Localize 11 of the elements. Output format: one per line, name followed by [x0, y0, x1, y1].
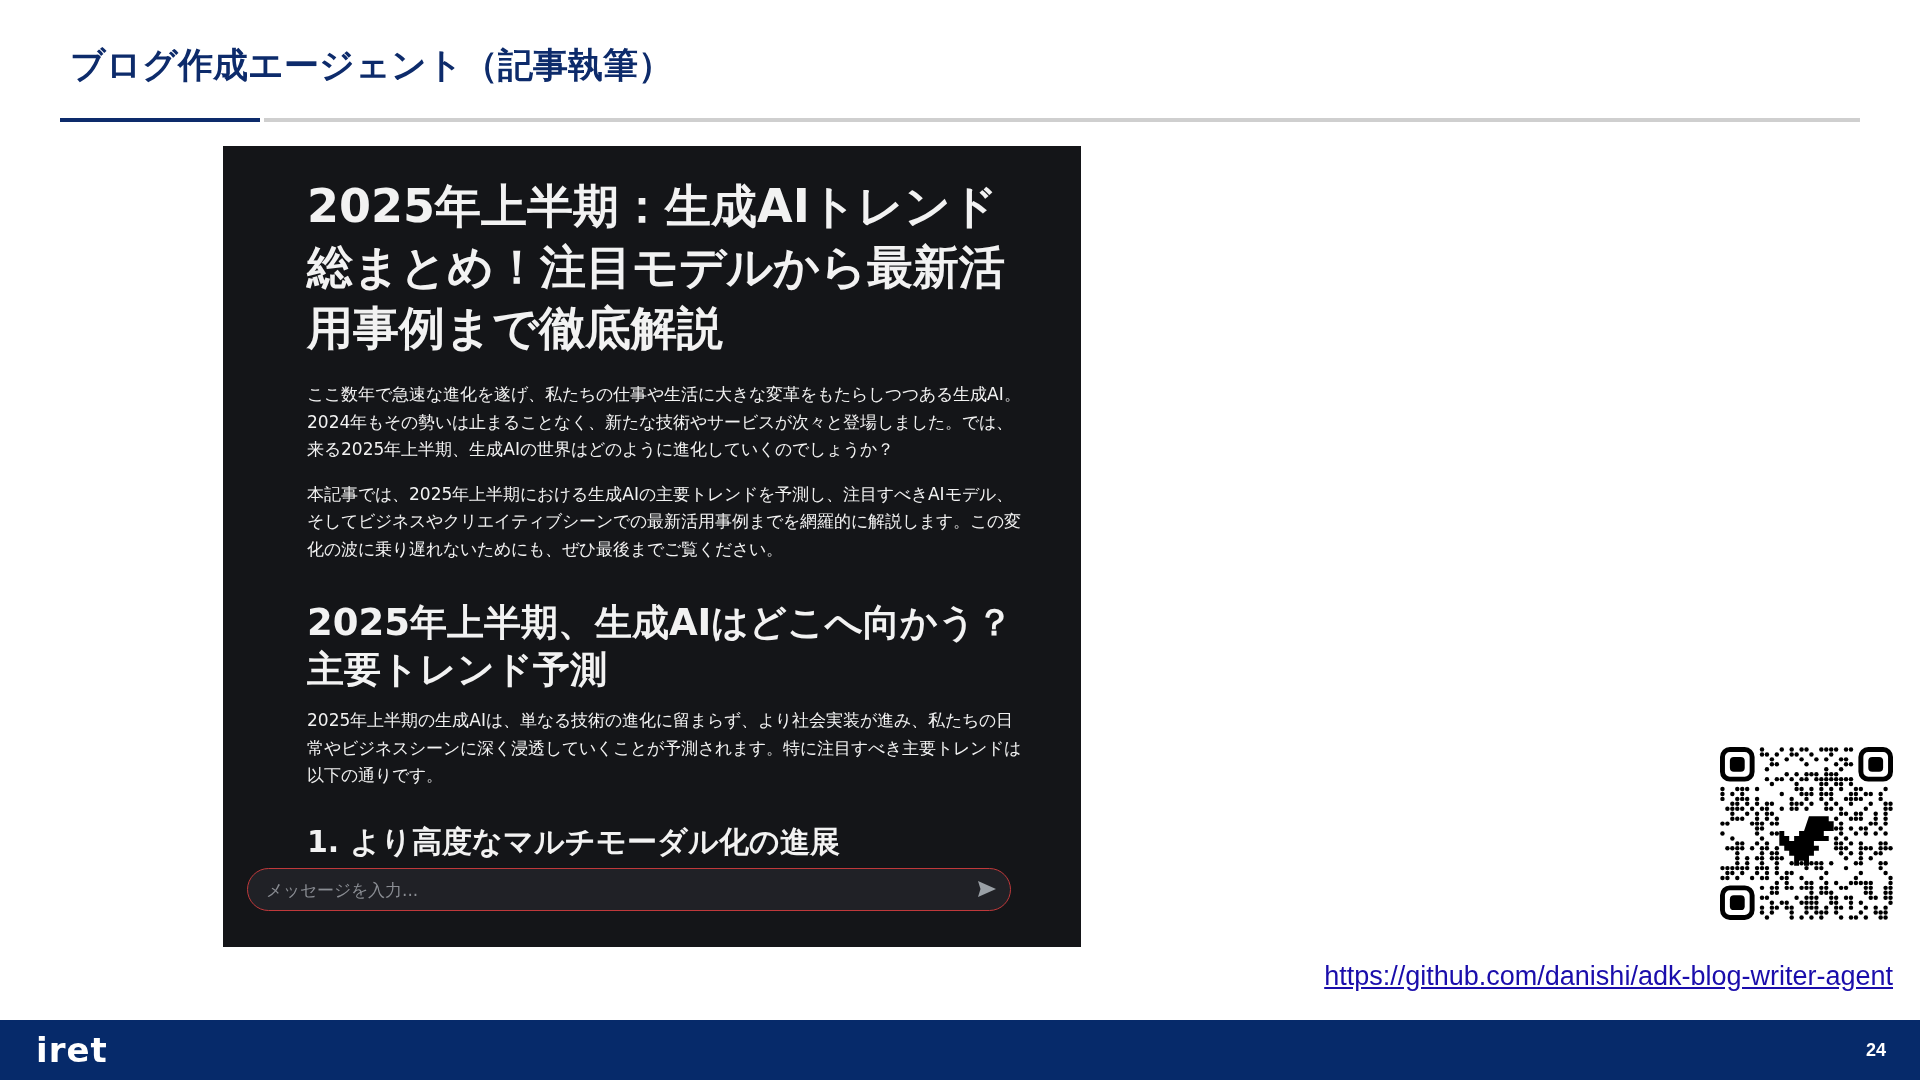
subsection-heading: 1. より高度なマルチモーダル化の進展: [307, 822, 841, 861]
github-link[interactable]: https://github.com/danishi/adk-blog-writer-agent: [1324, 955, 1893, 996]
paragraph: ここ数年で急速な進化を遂げ、私たちの仕事や生活に大きな変革をもたらしつつある生成AI。2024年もその勢いは止まることなく、新たな技術やサービスが次々と登場しました。では、来る2025年上半期、生成AIの世界はどのように進化していくのでしょうか？: [307, 383, 1022, 461]
paragraph: 本記事では、2025年上半期における生成AIの主要トレンドを予測し、注目すべきAIモデル、そしてビジネスやクリエイティブシーンでの最新活用事例までを網羅的に解説します。この変化の波に乗り遅れないためにも、ぜひ最後までご覧ください。: [307, 482, 1022, 561]
slide-title: ブログ作成エージェント（記事執筆）: [69, 44, 674, 87]
section-heading: 2025年上半期、生成AIはどこへ向かう？主要トレンド予測: [307, 600, 1015, 693]
logo: iret: [36, 1033, 108, 1067]
page-number: 24: [1865, 1038, 1886, 1062]
paragraph: 2025年上半期の生成AIは、単なる技術の進化に留まらず、より社会実装が進み、私たちの日常やビジネスシーンに深く浸透していくことが予測されます。特に注目すべき主要トレンドは以下の通りです。: [307, 709, 1022, 787]
article-heading: 2025年上半期：生成AIトレンド総まとめ！注目モデルから最新活用事例まで徹底解説: [307, 178, 1006, 357]
message-input[interactable]: メッセージを入力...: [247, 868, 1011, 911]
